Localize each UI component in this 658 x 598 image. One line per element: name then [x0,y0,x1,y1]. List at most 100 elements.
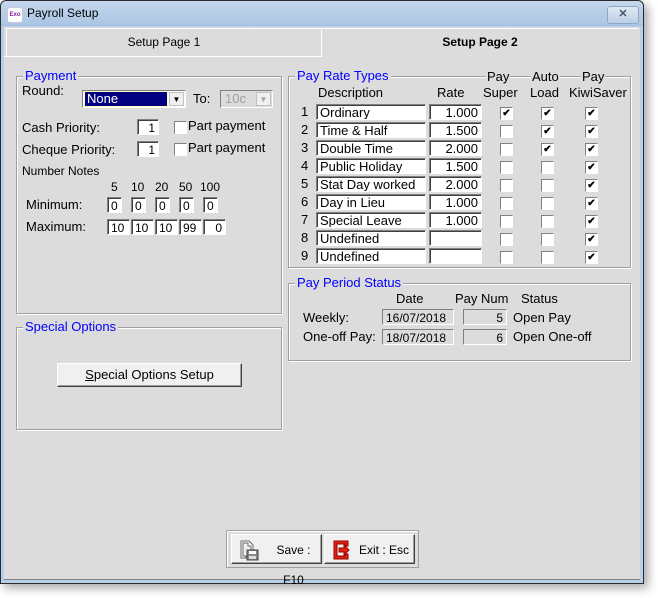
chevron-down-icon[interactable]: ▼ [256,92,271,106]
description-field[interactable]: Undefined [316,248,426,264]
title-bar[interactable]: Exo Payroll Setup ✕ [1,1,643,26]
pay-super-checkbox[interactable]: ✔ [500,107,513,120]
kiwisaver-checkbox[interactable]: ✔ [585,143,598,156]
round-select[interactable]: None ▼ [82,90,186,108]
maximum-50-field[interactable]: 99 [179,219,202,235]
rate-field[interactable] [429,230,482,246]
footer-button-bar: Save : F10 Exit : Esc [226,530,419,587]
pay-super-checkbox[interactable] [500,125,513,138]
auto-load-checkbox[interactable]: ✔ [541,143,554,156]
header-kiwisaver-bottom: KiwiSaver [569,85,627,100]
exit-button[interactable]: Exit : Esc [324,534,415,564]
maximum-10-field[interactable]: 10 [131,219,154,235]
auto-load-checkbox[interactable] [541,251,554,264]
special-options-group: Special Options Special Options Setup [16,320,282,430]
checkmark-icon: ✔ [543,108,552,119]
auto-load-checkbox[interactable] [541,179,554,192]
minimum-5-field[interactable]: 0 [107,197,122,213]
auto-load-checkbox[interactable] [541,233,554,246]
minimum-10-field[interactable]: 0 [131,197,146,213]
header-pay-super-top: Pay [486,69,511,84]
round-label: Round: [22,83,64,98]
note-denom-20: 20 [155,180,169,194]
auto-load-checkbox[interactable] [541,161,554,174]
header-description: Description [318,85,384,100]
pay-super-checkbox[interactable] [500,251,513,264]
kiwisaver-checkbox[interactable]: ✔ [585,215,598,228]
auto-load-checkbox[interactable]: ✔ [541,125,554,138]
window-title: Payroll Setup [27,6,99,20]
rate-field[interactable]: 1.000 [429,194,482,210]
pay-super-checkbox[interactable] [500,215,513,228]
rate-field[interactable]: 2.000 [429,176,482,192]
number-notes-label: Number Notes [22,164,100,178]
exit-icon [333,540,350,560]
pay-super-checkbox[interactable] [500,197,513,210]
description-field[interactable]: Ordinary [316,104,426,120]
kiwisaver-checkbox[interactable]: ✔ [585,233,598,246]
pay-super-checkbox[interactable] [500,143,513,156]
kiwisaver-checkbox[interactable]: ✔ [585,161,598,174]
kiwisaver-checkbox[interactable]: ✔ [585,179,598,192]
description-field[interactable]: Special Leave [316,212,426,228]
maximum-5-field[interactable]: 10 [107,219,130,235]
cash-priority-field[interactable]: 1 [137,119,159,135]
kiwisaver-checkbox[interactable]: ✔ [585,107,598,120]
auto-load-checkbox[interactable]: ✔ [541,107,554,120]
round-select-value: None [84,91,168,107]
kiwisaver-checkbox[interactable]: ✔ [585,125,598,138]
tab-setup-page-2[interactable]: Setup Page 2 [322,28,638,56]
kiwisaver-checkbox[interactable]: ✔ [585,251,598,264]
checkmark-icon: ✔ [587,162,596,173]
description-field[interactable]: Undefined [316,230,426,246]
maximum-100-field[interactable]: 0 [203,219,226,235]
cheque-priority-field[interactable]: 1 [137,141,159,157]
cash-part-payment-checkbox[interactable] [174,121,187,134]
payment-group: Payment Round: None ▼ To: 10c ▼ Cash Pri… [16,69,282,314]
minimum-50-field[interactable]: 0 [179,197,194,213]
description-field[interactable]: Double Time [316,140,426,156]
weekly-pay-num-field: 5 [463,309,507,325]
one-off-status: Open One-off [513,329,592,344]
pay-super-checkbox[interactable] [500,179,513,192]
chevron-down-icon[interactable]: ▼ [169,92,184,106]
auto-load-checkbox[interactable] [541,215,554,228]
payment-legend: Payment [23,68,79,83]
header-kiwisaver-top: Pay [581,69,606,84]
rate-field[interactable]: 1.500 [429,158,482,174]
description-field[interactable]: Stat Day worked [316,176,426,192]
minimum-100-field[interactable]: 0 [203,197,218,213]
description-field[interactable]: Public Holiday [316,158,426,174]
auto-load-checkbox[interactable] [541,197,554,210]
note-denom-5: 5 [111,180,118,194]
row-number: 8 [301,230,309,245]
pay-super-checkbox[interactable] [500,233,513,246]
rate-field[interactable]: 1.500 [429,122,482,138]
note-denom-50: 50 [179,180,193,194]
save-button[interactable]: Save : F10 [231,534,322,587]
rate-field[interactable]: 1.000 [429,104,482,120]
cheque-part-payment-checkbox[interactable] [174,143,187,156]
description-field[interactable]: Day in Lieu [316,194,426,210]
minimum-20-field[interactable]: 0 [155,197,170,213]
to-select[interactable]: 10c ▼ [220,90,273,108]
rate-field[interactable]: 2.000 [429,140,482,156]
row-number: 3 [301,140,309,155]
kiwisaver-checkbox[interactable]: ✔ [585,197,598,210]
description-field[interactable]: Time & Half [316,122,426,138]
maximum-20-field[interactable]: 10 [155,219,178,235]
checkmark-icon: ✔ [587,108,596,119]
tab-setup-page-1[interactable]: Setup Page 1 [6,28,322,57]
close-icon: ✕ [618,8,628,20]
pay-rate-types-legend: Pay Rate Types [295,68,391,83]
row-number: 6 [301,194,309,209]
pay-super-checkbox[interactable] [500,161,513,174]
header-rate: Rate [437,85,465,100]
cheque-part-payment-label: Part payment [188,140,266,155]
to-label: To: [193,91,211,106]
rate-field[interactable] [429,248,482,264]
close-button[interactable]: ✕ [607,6,639,24]
special-options-setup-button[interactable]: Special Options Setup [57,363,242,387]
rate-field[interactable]: 1.000 [429,212,482,228]
maximum-label: Maximum: [26,219,86,234]
